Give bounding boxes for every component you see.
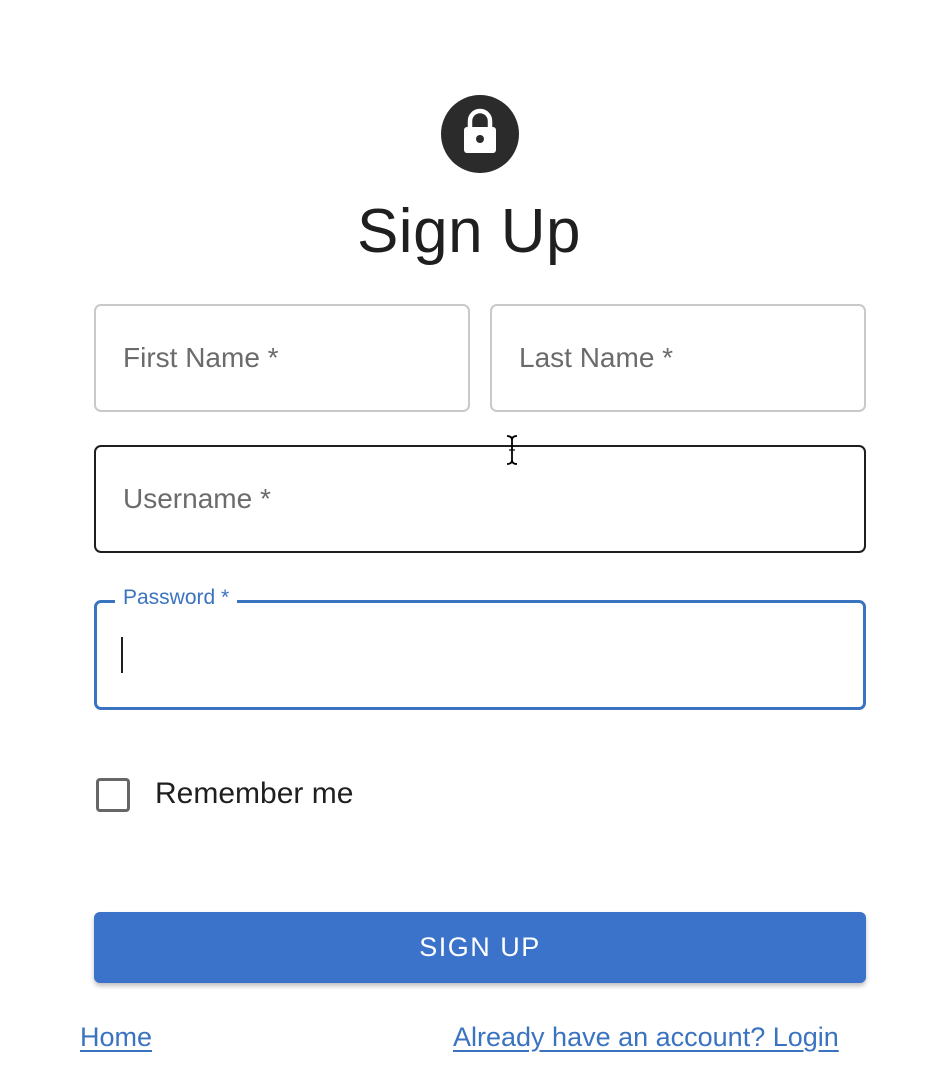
signup-page: Sign Up First Name * Last Name * Usernam… <box>0 0 938 1084</box>
remember-me-label[interactable]: Remember me <box>155 777 353 811</box>
last-name-field[interactable]: Last Name * <box>490 304 866 412</box>
text-cursor-icon <box>503 434 521 466</box>
text-caret <box>121 637 123 673</box>
username-placeholder: Username * <box>123 483 271 514</box>
remember-me-checkbox[interactable] <box>96 778 130 812</box>
login-link[interactable]: Already have an account? Login <box>453 1022 839 1053</box>
avatar <box>441 95 519 173</box>
password-field[interactable]: Password * <box>94 586 866 710</box>
page-title: Sign Up <box>356 197 582 266</box>
sign-up-button[interactable]: SIGN UP <box>94 912 866 983</box>
home-link[interactable]: Home <box>80 1022 152 1053</box>
last-name-placeholder: Last Name * <box>519 342 674 373</box>
first-name-placeholder: First Name * <box>123 342 279 373</box>
username-field[interactable]: Username * <box>94 445 866 553</box>
password-label: Password * <box>115 586 238 610</box>
lock-icon <box>460 108 500 161</box>
first-name-field[interactable]: First Name * <box>94 304 470 412</box>
